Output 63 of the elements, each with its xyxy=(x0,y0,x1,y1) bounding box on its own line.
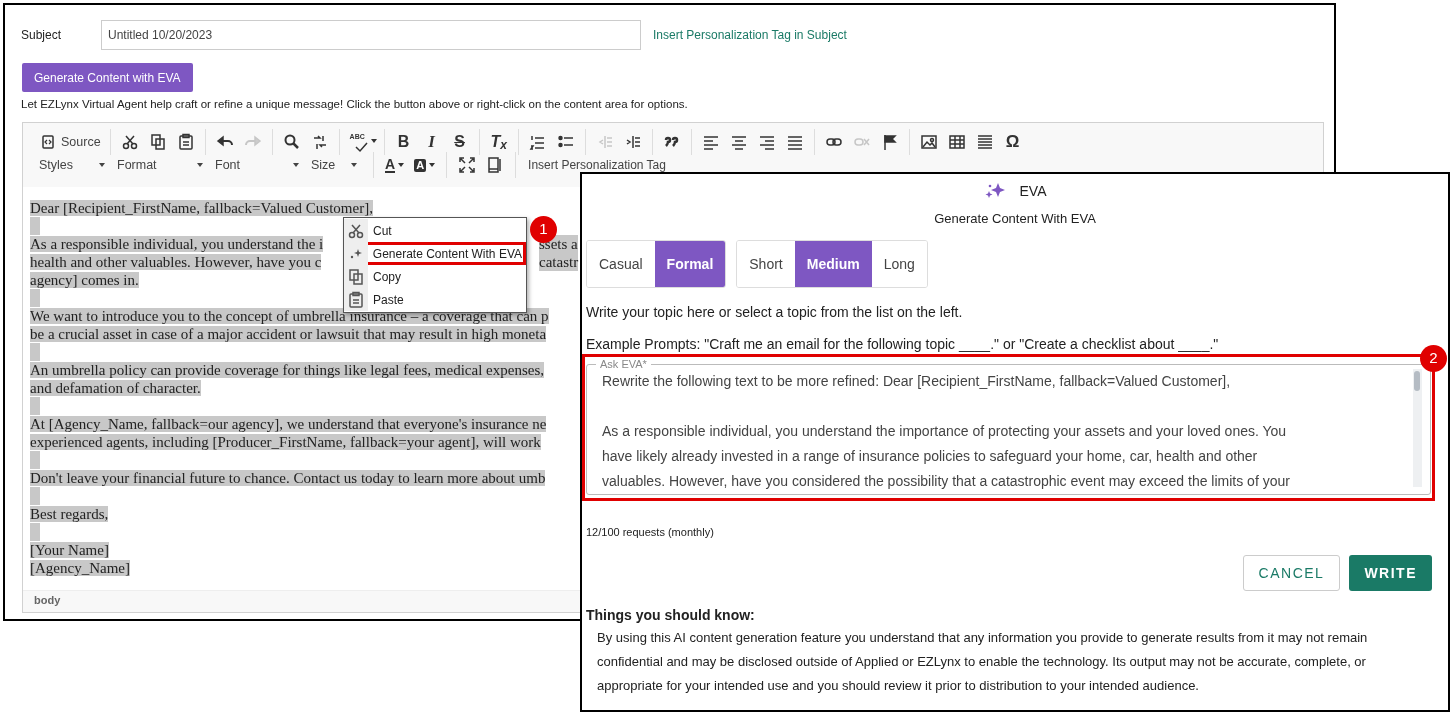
menu-item[interactable]: Copy xyxy=(344,265,526,288)
field-text-line: Rewrite the following text to be more refined: Dear [Recipient_FirstName, fallback=Valued Customer], xyxy=(602,373,1231,389)
menu-item[interactable]: Generate Content With EVA xyxy=(344,242,526,265)
menu-item[interactable]: Paste xyxy=(344,288,526,311)
horizontal-rule-icon[interactable] xyxy=(975,133,994,151)
selection-highlight xyxy=(30,523,40,541)
align-left-icon[interactable] xyxy=(701,133,720,151)
selection-highlight xyxy=(30,451,40,469)
example-prompts-text: Example Prompts: "Craft me an email for the following topic ____." or "Create a checklist about ____." xyxy=(586,335,1219,354)
segment-button[interactable]: Formal xyxy=(654,241,726,287)
subject-field[interactable]: Untitled 10/20/2023 xyxy=(101,20,641,50)
background-color-button[interactable]: A xyxy=(409,154,441,176)
panel-subtitle: Generate Content With EVA xyxy=(933,210,1097,228)
bold-button[interactable]: B xyxy=(389,130,418,154)
subject-label: Subject xyxy=(21,27,63,44)
table-icon[interactable] xyxy=(947,133,966,151)
field-text-line: As a responsible individual, you understand the importance of protecting your assets and your loved ones. You xyxy=(602,423,1287,439)
scrollbar[interactable] xyxy=(1413,369,1422,487)
align-center-icon[interactable] xyxy=(729,133,748,151)
segment-button[interactable]: Medium xyxy=(794,241,872,287)
paste-icon[interactable] xyxy=(176,133,195,151)
personalization-tag-link[interactable]: Insert Personalization Tag in Subject xyxy=(653,26,847,44)
selection-highlight xyxy=(30,487,40,505)
copy-icon[interactable] xyxy=(347,267,365,286)
field-label: Ask EVA* xyxy=(596,358,651,370)
notice-text: By using this AI content generation feature you understand that any information you provide to generate results from it may not remain confidential and may be disclosed outside of Applied or EZLynx to enable the technology. Its output may not be accurate, complete, or appropriate for your intended use and you should review it prior to distribution to your intended audience. xyxy=(597,629,1369,695)
dropdown[interactable]: Size xyxy=(309,154,365,176)
notice-title: Things you should know: xyxy=(586,606,755,625)
selection-highlight xyxy=(30,217,40,235)
dropdown[interactable]: Styles xyxy=(37,154,113,176)
usage-text: 12/100 requests (monthly) xyxy=(586,525,714,540)
personalization-tag-button[interactable]: Insert Personalization Tag xyxy=(522,158,672,172)
instruction-text: Write your topic here or select a topic from the list on the left. xyxy=(586,303,963,322)
maximize-icon[interactable] xyxy=(458,156,477,174)
help-text: Let EZLynx Virtual Agent help craft or refine a unique message! Click the button above or right-click on the content area for options. xyxy=(21,97,688,112)
italic-button[interactable]: I xyxy=(417,130,446,154)
cancel-button[interactable]: CANCEL xyxy=(1242,555,1341,591)
search-icon[interactable] xyxy=(282,133,301,151)
selection-highlight xyxy=(30,397,40,415)
panel-title: EVA xyxy=(1019,182,1047,201)
clipboard-icon[interactable] xyxy=(347,290,365,309)
dropdown[interactable]: Font xyxy=(213,154,307,176)
dropdown[interactable]: Format xyxy=(115,154,211,176)
field-text-line: have likely already invested in a range of insurance policies to safeguard your home, car, health and other xyxy=(602,448,1258,464)
remove-format-button[interactable]: T$_{x}$ xyxy=(484,130,513,154)
write-button[interactable]: WRITE xyxy=(1349,555,1432,591)
text-color-button[interactable]: A xyxy=(380,154,410,176)
special-character-button[interactable]: Ω xyxy=(998,130,1027,154)
element-path: body xyxy=(34,592,61,608)
numbered-list-icon[interactable] xyxy=(528,133,547,151)
source-button[interactable]: Source xyxy=(35,130,105,154)
copy-icon[interactable] xyxy=(148,133,167,151)
source-icon xyxy=(39,133,57,151)
selection-highlight xyxy=(30,289,40,307)
image-icon[interactable] xyxy=(919,133,938,151)
selection-highlight xyxy=(30,343,40,361)
align-right-icon[interactable] xyxy=(757,133,776,151)
strikethrough-button[interactable]: S xyxy=(445,130,474,154)
cut-icon[interactable] xyxy=(120,133,139,151)
justify-icon[interactable] xyxy=(785,133,804,151)
generate-button[interactable]: Generate Content with EVA xyxy=(22,63,193,92)
field-text-line: valuables. However, have you considered the possibility that a catastrophic event may exceed the limits of your xyxy=(602,473,1290,489)
menu-item[interactable]: Cut xyxy=(344,219,526,242)
